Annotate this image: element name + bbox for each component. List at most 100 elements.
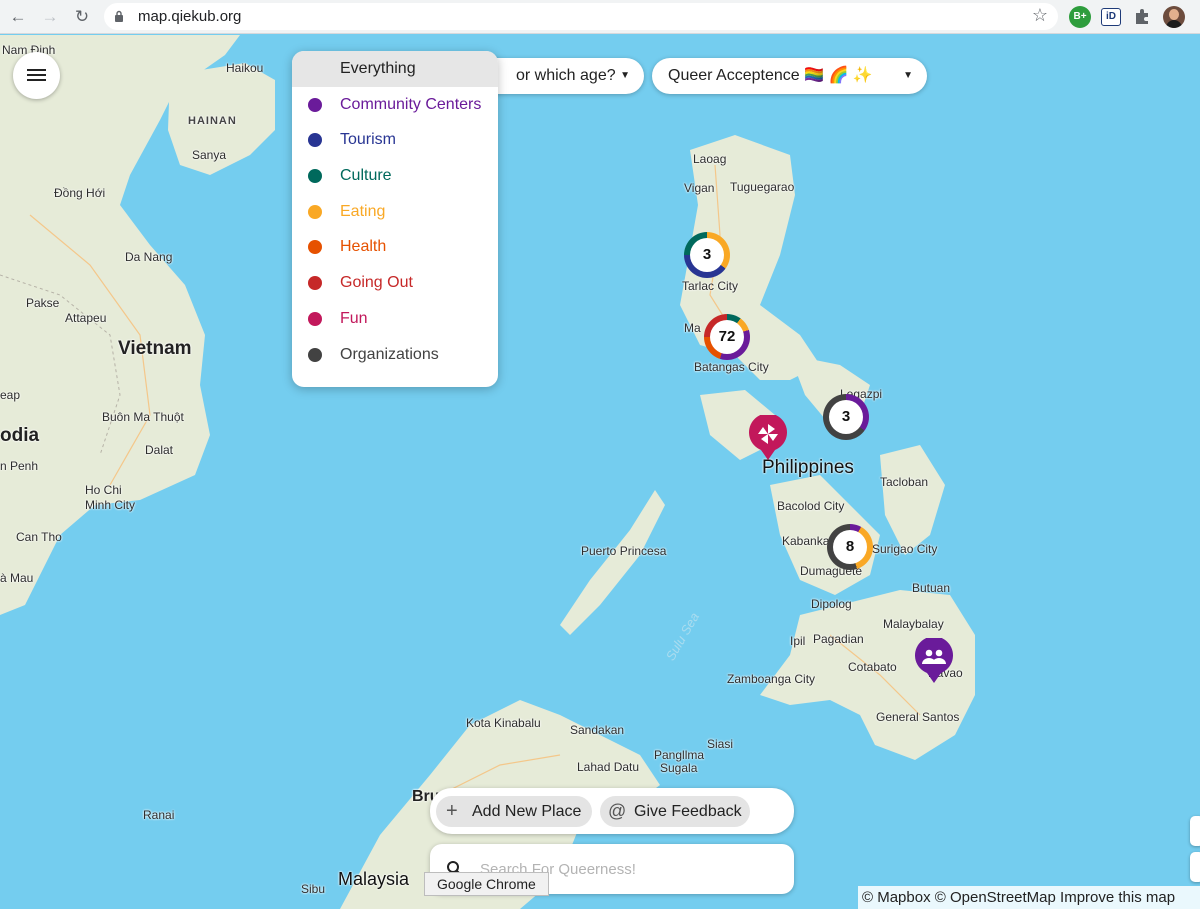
place-label: Sanya: [192, 148, 227, 162]
place-label: eap: [0, 388, 21, 402]
place-label: Butuan: [912, 581, 951, 595]
browser-tooltip: Google Chrome: [424, 872, 549, 896]
cluster-count: 3: [829, 400, 863, 434]
place-label: Haikou: [226, 61, 264, 75]
place-label: Malaybalay: [883, 617, 944, 631]
place-label: Ho Chi: [85, 483, 122, 497]
category-option-everything[interactable]: Everything: [292, 51, 498, 87]
category-color-dot: [308, 347, 322, 362]
fun-place-pin[interactable]: [748, 415, 788, 461]
category-option-going-out[interactable]: Going Out: [292, 265, 498, 301]
place-label: Dalat: [145, 443, 174, 457]
place-label: Kota Kinabalu: [466, 716, 541, 730]
marker-cluster[interactable]: 8: [827, 524, 873, 570]
chevron-down-icon: ▼: [620, 70, 630, 81]
category-label: Everything: [340, 60, 416, 77]
place-label: Siasi: [707, 737, 734, 751]
category-option-health[interactable]: Health: [292, 229, 498, 265]
profile-avatar[interactable]: [1163, 6, 1185, 28]
category-option-fun[interactable]: Fun: [292, 301, 498, 337]
marker-cluster[interactable]: 3: [684, 232, 730, 278]
at-sign-icon: @: [608, 801, 627, 821]
map-attribution[interactable]: © Mapbox © OpenStreetMap Improve this ma…: [858, 886, 1200, 909]
cluster-count: 3: [690, 238, 724, 272]
add-new-place-button[interactable]: + Add New Place: [436, 796, 592, 827]
category-option-organizations[interactable]: Organizations: [292, 337, 498, 373]
bookmark-star-icon[interactable]: ☆: [1032, 5, 1048, 26]
place-label: Ranai: [143, 808, 175, 822]
place-label: Ipil: [790, 634, 806, 648]
category-color-dot: [308, 240, 322, 255]
plus-icon: +: [446, 800, 458, 822]
category-color-dot: [308, 169, 322, 184]
age-filter-label: or which age?: [516, 67, 616, 84]
category-label: Health: [340, 238, 387, 256]
category-label: Eating: [340, 202, 386, 220]
acceptance-filter-label: Queer Acceptence 🏳️‍🌈 🌈 ✨: [668, 67, 873, 84]
category-option-culture[interactable]: Culture: [292, 158, 498, 194]
browser-toolbar: ← → ↻ map.qiekub.org ☆ B+ iD: [0, 0, 1200, 34]
forward-icon[interactable]: →: [38, 5, 62, 29]
place-label: General Santos: [876, 710, 960, 724]
place-label: Da Nang: [125, 250, 173, 264]
give-feedback-label: Give Feedback: [634, 803, 742, 820]
place-label: Vigan: [684, 181, 715, 195]
cluster-count: 72: [710, 320, 744, 354]
place-label: Pagadian: [813, 632, 864, 646]
map-landmass: [0, 35, 975, 909]
place-label: Cotabato: [848, 660, 897, 674]
community-center-pin[interactable]: [914, 638, 954, 684]
cluster-count: 8: [833, 530, 867, 564]
category-dropdown: Everything Community Centers Tourism Cul…: [292, 51, 498, 387]
place-label: Attapeu: [65, 311, 107, 325]
main-menu-button[interactable]: [13, 52, 60, 99]
extension-id-icon[interactable]: iD: [1101, 8, 1121, 26]
place-label: Batangas City: [694, 360, 769, 374]
add-new-place-label: Add New Place: [472, 803, 582, 820]
place-label: Zamboanga City: [727, 672, 816, 686]
category-option-community-centers[interactable]: Community Centers: [292, 87, 498, 123]
place-label: Laoag: [693, 152, 727, 166]
place-label: Sugala: [660, 761, 698, 775]
chevron-down-icon: ▼: [903, 70, 913, 81]
place-label: odia: [0, 425, 40, 446]
place-label: Malaysia: [338, 869, 410, 889]
extension-bplus-icon[interactable]: B+: [1069, 6, 1091, 28]
category-label: Going Out: [340, 274, 413, 292]
place-label: Can Tho: [16, 530, 62, 544]
back-icon[interactable]: ←: [6, 5, 30, 29]
place-label: Sibu: [301, 882, 326, 896]
category-option-tourism[interactable]: Tourism: [292, 122, 498, 158]
marker-cluster[interactable]: 3: [823, 394, 869, 440]
acceptance-filter-select[interactable]: Queer Acceptence 🏳️‍🌈 🌈 ✨ ▼: [652, 58, 927, 94]
place-label: à Mau: [0, 571, 34, 585]
place-label: Bacolod City: [777, 499, 845, 513]
place-label: Đồng Hới: [54, 186, 106, 200]
place-label: Buôn Ma Thuột: [102, 410, 184, 424]
hamburger-icon: [27, 69, 46, 71]
category-label: Community Centers: [340, 95, 482, 113]
place-label: HAINAN: [188, 115, 237, 127]
reload-icon[interactable]: ↻: [70, 5, 94, 29]
place-label: Surigao City: [872, 542, 938, 556]
place-label: Minh City: [85, 498, 136, 512]
action-bar: + Add New Place @ Give Feedback: [430, 788, 794, 834]
geolocate-control[interactable]: [1190, 852, 1200, 882]
address-bar[interactable]: map.qiekub.org ☆: [104, 3, 1058, 30]
zoom-control[interactable]: [1190, 816, 1200, 846]
place-label: Pakse: [26, 296, 60, 310]
place-label: n Penh: [0, 459, 39, 473]
puzzle-icon[interactable]: [1132, 7, 1152, 27]
marker-cluster[interactable]: 72: [704, 314, 750, 360]
category-option-eating[interactable]: Eating: [292, 194, 498, 230]
place-label: Tuguegarao: [730, 180, 795, 194]
map-canvas[interactable]: Nam Định Haikou HAINAN Sanya Đồng Hới Da…: [0, 35, 1200, 909]
lock-icon: [115, 10, 123, 22]
category-color-dot: [308, 97, 322, 112]
place-label: Vietnam: [118, 338, 192, 359]
give-feedback-button[interactable]: @ Give Feedback: [600, 796, 750, 827]
place-label: Ma: [684, 321, 701, 335]
url-text: map.qiekub.org: [138, 8, 242, 25]
place-label: Lahad Datu: [577, 760, 640, 774]
category-label: Organizations: [340, 345, 439, 363]
